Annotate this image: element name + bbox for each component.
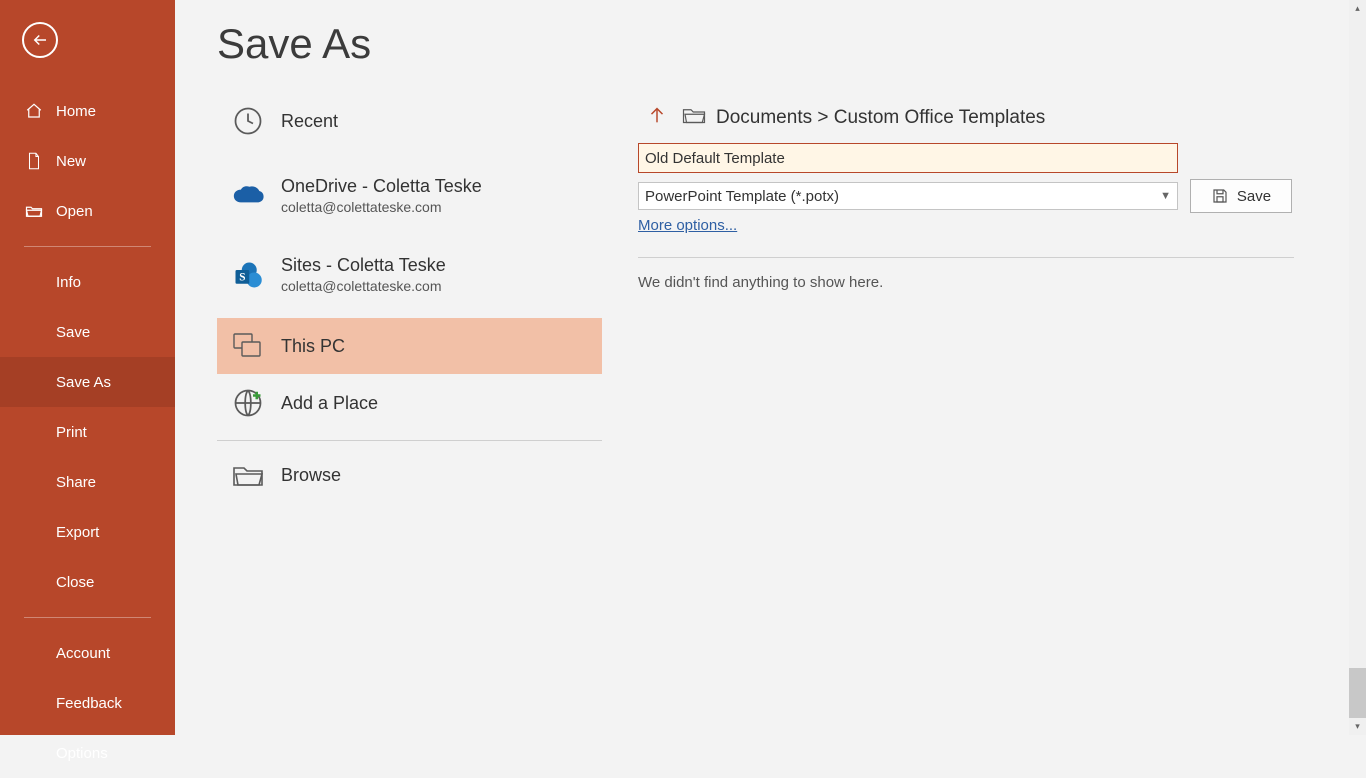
back-button[interactable] bbox=[22, 22, 58, 58]
folder-open-icon bbox=[24, 201, 44, 221]
nav-info[interactable]: Info bbox=[0, 257, 175, 307]
location-recent-label: Recent bbox=[281, 111, 338, 132]
nav-new-label: New bbox=[56, 153, 86, 170]
location-browse-label: Browse bbox=[281, 465, 341, 486]
location-recent[interactable]: Recent bbox=[217, 92, 602, 150]
scroll-up-button[interactable]: ▴ bbox=[1349, 0, 1366, 17]
more-options-link[interactable]: More options... bbox=[638, 217, 737, 234]
nav-feedback[interactable]: Feedback bbox=[0, 678, 175, 728]
vertical-scrollbar[interactable]: ▴ ▾ bbox=[1349, 0, 1366, 735]
nav-feedback-label: Feedback bbox=[56, 695, 122, 712]
sharepoint-icon: S bbox=[225, 260, 271, 290]
nav-open-label: Open bbox=[56, 203, 93, 220]
save-button-label: Save bbox=[1237, 188, 1271, 205]
clock-icon bbox=[225, 106, 271, 136]
nav-share[interactable]: Share bbox=[0, 457, 175, 507]
nav-open[interactable]: Open bbox=[0, 186, 175, 236]
location-this-pc[interactable]: This PC bbox=[217, 318, 602, 374]
save-button[interactable]: Save bbox=[1190, 179, 1292, 213]
location-add-place-label: Add a Place bbox=[281, 393, 378, 414]
backstage-sidebar: Home New Open Info Save Save As Print Sh… bbox=[0, 0, 175, 735]
scroll-down-button[interactable]: ▾ bbox=[1349, 718, 1366, 735]
svg-text:S: S bbox=[239, 271, 245, 283]
browse-folder-icon bbox=[225, 463, 271, 487]
nav-close[interactable]: Close bbox=[0, 557, 175, 607]
nav-options-label: Options bbox=[56, 745, 108, 762]
new-doc-icon bbox=[24, 151, 44, 171]
scroll-thumb[interactable] bbox=[1349, 668, 1366, 718]
main-panel: Save As Recent OneDrive - Coletta Teske … bbox=[175, 0, 1349, 735]
breadcrumb[interactable]: Documents > Custom Office Templates bbox=[716, 107, 1045, 129]
nav-save-label: Save bbox=[56, 324, 90, 341]
home-icon bbox=[24, 101, 44, 121]
nav-save-as[interactable]: Save As bbox=[0, 357, 175, 407]
details-panel: Documents > Custom Office Templates Powe… bbox=[638, 0, 1349, 291]
nav-close-label: Close bbox=[56, 574, 94, 591]
location-divider bbox=[217, 440, 602, 441]
filename-input[interactable] bbox=[638, 143, 1178, 173]
filetype-select[interactable]: PowerPoint Template (*.potx) ▼ bbox=[638, 182, 1178, 210]
add-place-icon bbox=[225, 388, 271, 418]
up-folder-button[interactable] bbox=[638, 100, 676, 135]
nav-export-label: Export bbox=[56, 524, 99, 541]
nav-print-label: Print bbox=[56, 424, 87, 441]
onedrive-icon bbox=[225, 185, 271, 207]
location-sites[interactable]: S Sites - Coletta Teske coletta@colettat… bbox=[217, 241, 602, 308]
folder-icon bbox=[676, 105, 712, 130]
location-sites-sub: coletta@colettateske.com bbox=[281, 278, 446, 294]
nav-print[interactable]: Print bbox=[0, 407, 175, 457]
arrow-up-icon bbox=[646, 104, 668, 126]
location-this-pc-label: This PC bbox=[281, 336, 345, 357]
details-divider bbox=[638, 257, 1294, 258]
nav-save[interactable]: Save bbox=[0, 307, 175, 357]
sidebar-divider-2 bbox=[24, 617, 151, 618]
location-browse[interactable]: Browse bbox=[217, 449, 602, 501]
location-add-place[interactable]: Add a Place bbox=[217, 374, 602, 432]
nav-export[interactable]: Export bbox=[0, 507, 175, 557]
nav-save-as-label: Save As bbox=[56, 374, 111, 391]
location-sites-title: Sites - Coletta Teske bbox=[281, 255, 446, 276]
sidebar-divider-1 bbox=[24, 246, 151, 247]
save-icon bbox=[1211, 187, 1229, 205]
nav-share-label: Share bbox=[56, 474, 96, 491]
nav-account[interactable]: Account bbox=[0, 628, 175, 678]
nav-new[interactable]: New bbox=[0, 136, 175, 186]
location-list: Recent OneDrive - Coletta Teske coletta@… bbox=[217, 92, 602, 501]
this-pc-icon bbox=[225, 332, 271, 360]
chevron-down-icon: ▼ bbox=[1160, 190, 1171, 202]
nav-home-label: Home bbox=[56, 103, 96, 120]
page-title: Save As bbox=[217, 20, 371, 68]
arrow-left-icon bbox=[31, 31, 49, 49]
filetype-value: PowerPoint Template (*.potx) bbox=[645, 188, 839, 205]
location-onedrive-sub: coletta@colettateske.com bbox=[281, 199, 482, 215]
empty-message: We didn't find anything to show here. bbox=[638, 274, 1305, 291]
nav-account-label: Account bbox=[56, 645, 110, 662]
location-onedrive-title: OneDrive - Coletta Teske bbox=[281, 176, 482, 197]
location-onedrive[interactable]: OneDrive - Coletta Teske coletta@coletta… bbox=[217, 162, 602, 229]
nav-info-label: Info bbox=[56, 274, 81, 291]
nav-home[interactable]: Home bbox=[0, 86, 175, 136]
nav-options[interactable]: Options bbox=[0, 728, 175, 778]
